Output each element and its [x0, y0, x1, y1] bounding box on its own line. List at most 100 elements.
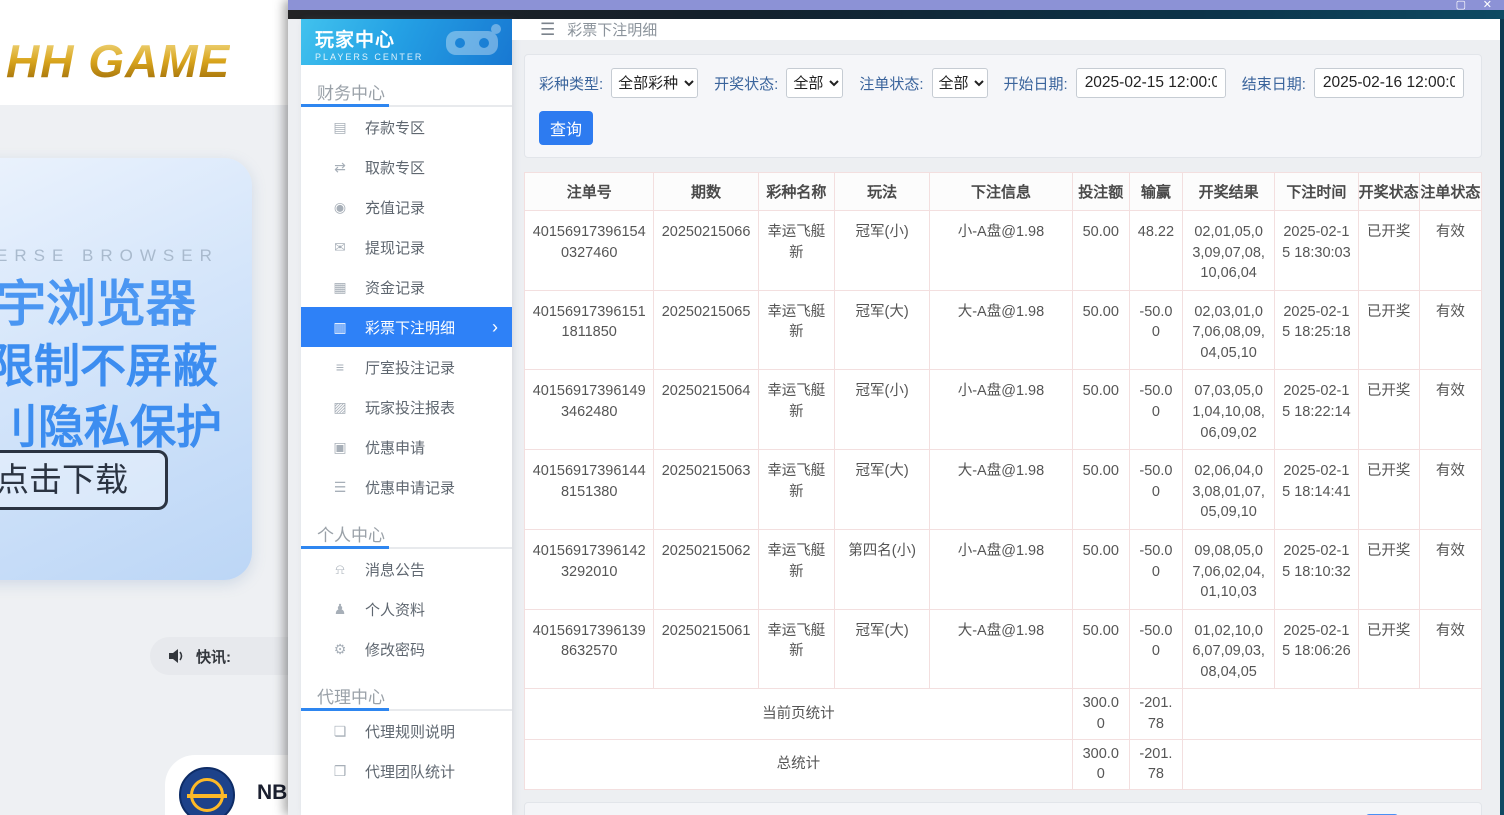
- stats-book-icon: ❒: [331, 763, 349, 780]
- cell-bet-info: 小-A盘@1.98: [930, 370, 1072, 450]
- summary-row: 当前页统计300.00-201.78: [525, 689, 1482, 739]
- sidebar-item-label: 充值记录: [365, 197, 425, 218]
- cell-win-loss: -50.00: [1129, 370, 1182, 450]
- cell-draw-status: 已开奖: [1358, 211, 1419, 291]
- filter-panel: 彩种类型: 全部彩种 开奖状态: 全部 注单状态: 全部: [524, 54, 1482, 158]
- section-divider: [301, 709, 512, 711]
- sidebar-item-label: 优惠申请: [365, 437, 425, 458]
- sidebar-item-funds-records[interactable]: ▦资金记录: [301, 267, 512, 307]
- sidebar-item-withdrawal-records[interactable]: ✉提现记录: [301, 227, 512, 267]
- cell-play-type: 冠军(小): [834, 370, 929, 450]
- withdraw-icon: ⇄: [331, 159, 349, 176]
- cell-bet-info: 大-A盘@1.98: [930, 450, 1072, 530]
- cell-lottery-name: 幸运飞艇新: [758, 290, 834, 370]
- end-date-label: 结束日期:: [1242, 73, 1306, 94]
- table-row: 40156917396151181185020250215065幸运飞艇新冠军(…: [525, 290, 1482, 370]
- sidebar-item-hall-bet-records[interactable]: ≡厅室投注记录: [301, 347, 512, 387]
- order-status-select[interactable]: 全部: [932, 68, 988, 98]
- sidebar-item-deposit-zone[interactable]: ▤存款专区: [301, 107, 512, 147]
- sidebar-item-lottery-bet-details[interactable]: ▥彩票下注明细›: [301, 307, 512, 347]
- hall-bets-icon: ≡: [331, 359, 349, 375]
- bell-icon: ⍾: [331, 561, 349, 578]
- column-header: 输赢: [1129, 173, 1182, 211]
- cell-play-type: 冠军(大): [834, 290, 929, 370]
- cell-play-type: 冠军(大): [834, 450, 929, 530]
- order-status-label: 注单状态:: [859, 73, 923, 94]
- cell-bet-amount: 50.00: [1072, 529, 1129, 609]
- sidebar-item-label: 玩家投注报表: [365, 397, 455, 418]
- sidebar-item-agent-rules[interactable]: ❏ 代理规则说明: [301, 711, 512, 751]
- summary-winloss-total: -201.78: [1129, 689, 1182, 739]
- cell-bet-time: 2025-02-15 18:06:26: [1275, 609, 1358, 689]
- end-date-input[interactable]: [1314, 68, 1464, 98]
- cell-bet-amount: 50.00: [1072, 211, 1129, 291]
- table-row: 40156917396154032746020250215066幸运飞艇新冠军(…: [525, 211, 1482, 291]
- cell-draw-status: 已开奖: [1358, 529, 1419, 609]
- summary-row: 总统计300.00-201.78: [525, 739, 1482, 789]
- sidebar-item-label: 取款专区: [365, 157, 425, 178]
- cell-lottery-name: 幸运飞艇新: [758, 609, 834, 689]
- promo-icon: ▣: [331, 439, 349, 456]
- cell-play-type: 冠军(小): [834, 211, 929, 291]
- summary-bet-total: 300.00: [1072, 689, 1129, 739]
- cell-bet-time: 2025-02-15 18:30:03: [1275, 211, 1358, 291]
- cell-order-status: 有效: [1419, 450, 1481, 530]
- query-button[interactable]: 查询: [539, 111, 593, 145]
- document-icon: ❏: [331, 723, 349, 740]
- cell-draw-status: 已开奖: [1358, 450, 1419, 530]
- summary-label: 当前页统计: [525, 689, 1073, 739]
- cell-order-status: 有效: [1419, 609, 1481, 689]
- sidebar-item-promo-apply[interactable]: ▣ 优惠申请: [301, 427, 512, 467]
- section-divider: [301, 105, 512, 107]
- column-header: 注单号: [525, 173, 654, 211]
- sidebar-item-agent-team-stats[interactable]: ❒代理团队统计: [301, 751, 512, 791]
- lottery-type-select[interactable]: 全部彩种: [611, 68, 698, 98]
- cell-order-no: 401569173961540327460: [525, 211, 654, 291]
- lottery-bets-icon: ▥: [331, 319, 349, 336]
- banner-line3: 刂隐私保护: [0, 391, 222, 457]
- sidebar-item-messages[interactable]: ⍾消息公告: [301, 549, 512, 589]
- cell-win-loss: -50.00: [1129, 450, 1182, 530]
- sidebar-item-label: 个人资料: [365, 599, 425, 620]
- cell-draw-result: 02,06,04,03,08,01,07,05,09,10: [1183, 450, 1275, 530]
- cell-order-no: 401569173961423292010: [525, 529, 654, 609]
- sidebar-item-recharge-records[interactable]: ◉充值记录: [301, 187, 512, 227]
- download-button[interactable]: 点击下载: [0, 450, 168, 510]
- cell-period: 20250215061: [654, 609, 758, 689]
- cell-bet-info: 小-A盘@1.98: [930, 529, 1072, 609]
- page-title: 彩票下注明细: [567, 19, 657, 40]
- sidebar-section-title: 财务中心: [301, 65, 512, 99]
- sidebar-item-player-bet-report[interactable]: ▨ 玩家投注报表: [301, 387, 512, 427]
- funds-icon: ▦: [331, 279, 349, 296]
- cell-play-type: 冠军(大): [834, 609, 929, 689]
- cell-draw-status: 已开奖: [1358, 290, 1419, 370]
- main-area: ☰ 彩票下注明细 彩种类型: 全部彩种 开奖状态: 全部: [512, 19, 1500, 815]
- sidebar-item-profile[interactable]: ♟个人资料: [301, 589, 512, 629]
- deposit-icon: ▤: [331, 119, 349, 136]
- cell-period: 20250215064: [654, 370, 758, 450]
- summary-winloss-total: -201.78: [1129, 739, 1182, 789]
- banner-headline: 宇浏览器: [0, 264, 196, 336]
- draw-status-select[interactable]: 全部: [786, 68, 843, 98]
- lottery-type-label: 彩种类型:: [539, 73, 603, 94]
- window-body: 玩家中心 PLAYERS CENTER 财务中心▤存款专区⇄取款专区◉充值记录✉…: [288, 19, 1500, 815]
- cell-order-status: 有效: [1419, 370, 1481, 450]
- report-icon: ▨: [331, 399, 349, 416]
- start-date-input[interactable]: [1076, 68, 1226, 98]
- sidebar-section-title: 代理中心: [301, 669, 512, 703]
- cell-lottery-name: 幸运飞艇新: [758, 370, 834, 450]
- sidebar-item-promo-apply-records[interactable]: ☰优惠申请记录: [301, 467, 512, 507]
- sidebar-item-withdraw-zone[interactable]: ⇄ 取款专区: [301, 147, 512, 187]
- sidebar-section-title: 个人中心: [301, 507, 512, 541]
- section-divider: [301, 547, 512, 549]
- cell-order-status: 有效: [1419, 529, 1481, 609]
- summary-label: 总统计: [525, 739, 1073, 789]
- sidebar-item-label: 代理规则说明: [365, 721, 455, 742]
- site-logo: HH GAME: [6, 34, 230, 88]
- sidebar-item-change-password[interactable]: ⚙修改密码: [301, 629, 512, 669]
- site-header-band: HH GAME: [0, 0, 300, 105]
- cell-bet-amount: 50.00: [1072, 370, 1129, 450]
- menu-toggle-icon[interactable]: ☰: [540, 20, 555, 40]
- cell-bet-info: 大-A盘@1.98: [930, 609, 1072, 689]
- column-header: 下注信息: [930, 173, 1072, 211]
